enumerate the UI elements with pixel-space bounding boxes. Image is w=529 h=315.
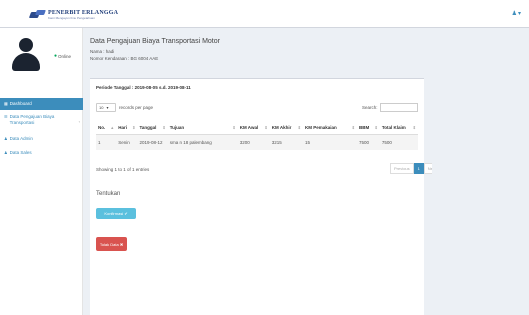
records-per-page-label: records per page bbox=[119, 105, 154, 110]
konfirmasi-button[interactable]: Konfirmasi ✔ bbox=[96, 208, 136, 219]
page-header: Data Pengajuan Biaya Transportasi Motor … bbox=[90, 38, 410, 62]
cell-total-klaim: 7500 bbox=[379, 133, 418, 150]
sort-asc-icon: ▲ bbox=[110, 124, 115, 130]
logo-mark-icon bbox=[28, 9, 46, 21]
search-input[interactable] bbox=[379, 103, 418, 112]
nama-text: Nama : hadi bbox=[90, 49, 115, 54]
search-label: Search: bbox=[362, 105, 378, 110]
sort-icon: ⇕ bbox=[374, 124, 378, 130]
records-per-page-value: 10 bbox=[99, 105, 104, 110]
column-header-hari[interactable]: Hari ⇕ bbox=[116, 121, 138, 135]
column-header-tujuan[interactable]: Tujuan ⇕ bbox=[167, 121, 238, 135]
nomor-kendaraan-text: Nomor Kendaraan : BG 6004 AAE bbox=[90, 56, 159, 62]
sort-icon: ⇕ bbox=[297, 124, 302, 130]
cell-tujuan: sma n 18 palembang bbox=[167, 133, 238, 150]
sort-icon: ⇕ bbox=[264, 124, 268, 130]
records-per-page-select[interactable]: 10 ▾ bbox=[96, 103, 116, 112]
chevron-left-icon: ‹ bbox=[78, 119, 80, 124]
online-dot-icon: ● bbox=[54, 53, 58, 59]
cell-bbm: 7500 bbox=[357, 133, 380, 150]
cell-hari: Senin bbox=[116, 133, 138, 150]
avatar bbox=[10, 38, 42, 72]
tentukan-heading: Tentukan bbox=[96, 191, 121, 197]
column-header-total-klaim[interactable]: Total Klaim ⇕ bbox=[379, 121, 418, 135]
online-status: ● Online bbox=[54, 53, 71, 59]
logo-tagline: Kami Mengayun Ilmu Pengetahuan bbox=[48, 16, 95, 20]
user-panel: ● Online bbox=[0, 28, 82, 84]
cell-tanggal: 2019-08-12 bbox=[137, 133, 168, 150]
sort-icon: ⇕ bbox=[162, 124, 166, 130]
sidebar-item-admin[interactable]: ♟ Data Admin bbox=[0, 132, 83, 146]
sidebar-item-sales[interactable]: ♟ Data Sales bbox=[0, 146, 83, 160]
column-header-no[interactable]: No. ▲ bbox=[96, 121, 117, 135]
cell-km-akhir: 3215 bbox=[269, 133, 304, 150]
cell-no: 1 bbox=[96, 133, 117, 150]
users-icon: ♟ bbox=[4, 136, 8, 141]
sort-icon: ⇕ bbox=[351, 124, 356, 130]
users-icon: ♟ bbox=[4, 150, 8, 155]
records-per-page: 10 ▾ records per page bbox=[96, 103, 153, 112]
cell-km-awal: 3200 bbox=[237, 133, 270, 150]
periode-text: Periode Tanggal : 2019-08-05 s.d. 2019-0… bbox=[96, 85, 191, 90]
column-header-km-awal[interactable]: KM Awal ⇕ bbox=[237, 121, 270, 135]
sort-icon: ⇕ bbox=[132, 124, 136, 130]
right-gutter bbox=[432, 28, 529, 315]
pager-previous[interactable]: Previous bbox=[390, 163, 414, 174]
column-header-tanggal[interactable]: Tanggal ⇕ bbox=[137, 121, 168, 135]
online-label: Online bbox=[58, 53, 72, 59]
sidebar-menu: ▦ Dashboard ☰ Data Pengajuan Biaya Trans… bbox=[0, 98, 83, 160]
sidebar-item-label: Data Admin bbox=[9, 136, 33, 141]
sidebar: ● Online ▦ Dashboard ☰ Data Pengajuan Bi… bbox=[0, 28, 83, 315]
user-icon: ♟ bbox=[511, 11, 517, 17]
cell-km-pemakaian: 15 bbox=[303, 133, 358, 150]
sidebar-item-label: Data Pengajuan Biaya Transportasi bbox=[9, 114, 55, 125]
table-info: Showing 1 to 1 of 1 entries bbox=[96, 167, 150, 172]
chevron-down-icon: ▾ bbox=[106, 105, 109, 110]
data-box: Periode Tanggal : 2019-08-05 s.d. 2019-0… bbox=[90, 78, 441, 315]
sidebar-item-label: Data Sales bbox=[9, 150, 32, 155]
chevron-down-icon: ▾ bbox=[517, 11, 521, 17]
data-table: No. ▲ Hari ⇕ Tanggal ⇕ Tujuan ⇕ KM Awal ⇕ KM … bbox=[96, 121, 418, 150]
page-title: Data Pengajuan Biaya Transportasi Motor bbox=[90, 38, 220, 45]
sort-icon: ⇕ bbox=[412, 124, 416, 130]
column-header-km-akhir[interactable]: KM Akhir ⇕ bbox=[269, 121, 304, 135]
pager-page-1[interactable]: 1 bbox=[413, 163, 424, 174]
dashboard-icon: ▦ bbox=[4, 101, 8, 107]
user-menu[interactable]: ♟ ▾ bbox=[512, 10, 521, 17]
table-row: 1 Senin 2019-08-12 sma n 18 palembang 32… bbox=[96, 133, 418, 150]
column-header-bbm[interactable]: BBM ⇕ bbox=[357, 121, 380, 135]
top-navbar: PENERBIT ERLANGGA Kami Mengayun Ilmu Pen… bbox=[0, 0, 529, 28]
table-header-row: No. ▲ Hari ⇕ Tanggal ⇕ Tujuan ⇕ KM Awal ⇕ KM … bbox=[96, 121, 418, 135]
sort-icon: ⇕ bbox=[232, 124, 236, 130]
sidebar-item-label: Dashboard bbox=[9, 101, 32, 107]
search: Search: bbox=[362, 103, 418, 112]
sidebar-item-pengajuan[interactable]: ☰ Data Pengajuan Biaya Transportasi ‹ bbox=[0, 110, 83, 132]
tolak-data-button[interactable]: Tolak Data ✖ bbox=[96, 237, 127, 251]
erlangga-logo[interactable]: PENERBIT ERLANGGA Kami Mengayun Ilmu Pen… bbox=[28, 8, 118, 22]
main-content: Data Pengajuan Biaya Transportasi Motor … bbox=[83, 28, 441, 315]
sidebar-item-dashboard[interactable]: ▦ Dashboard bbox=[0, 98, 83, 110]
column-header-km-pemakaian[interactable]: KM Pemakaian ⇕ bbox=[303, 121, 358, 135]
list-icon: ☰ bbox=[4, 114, 8, 119]
